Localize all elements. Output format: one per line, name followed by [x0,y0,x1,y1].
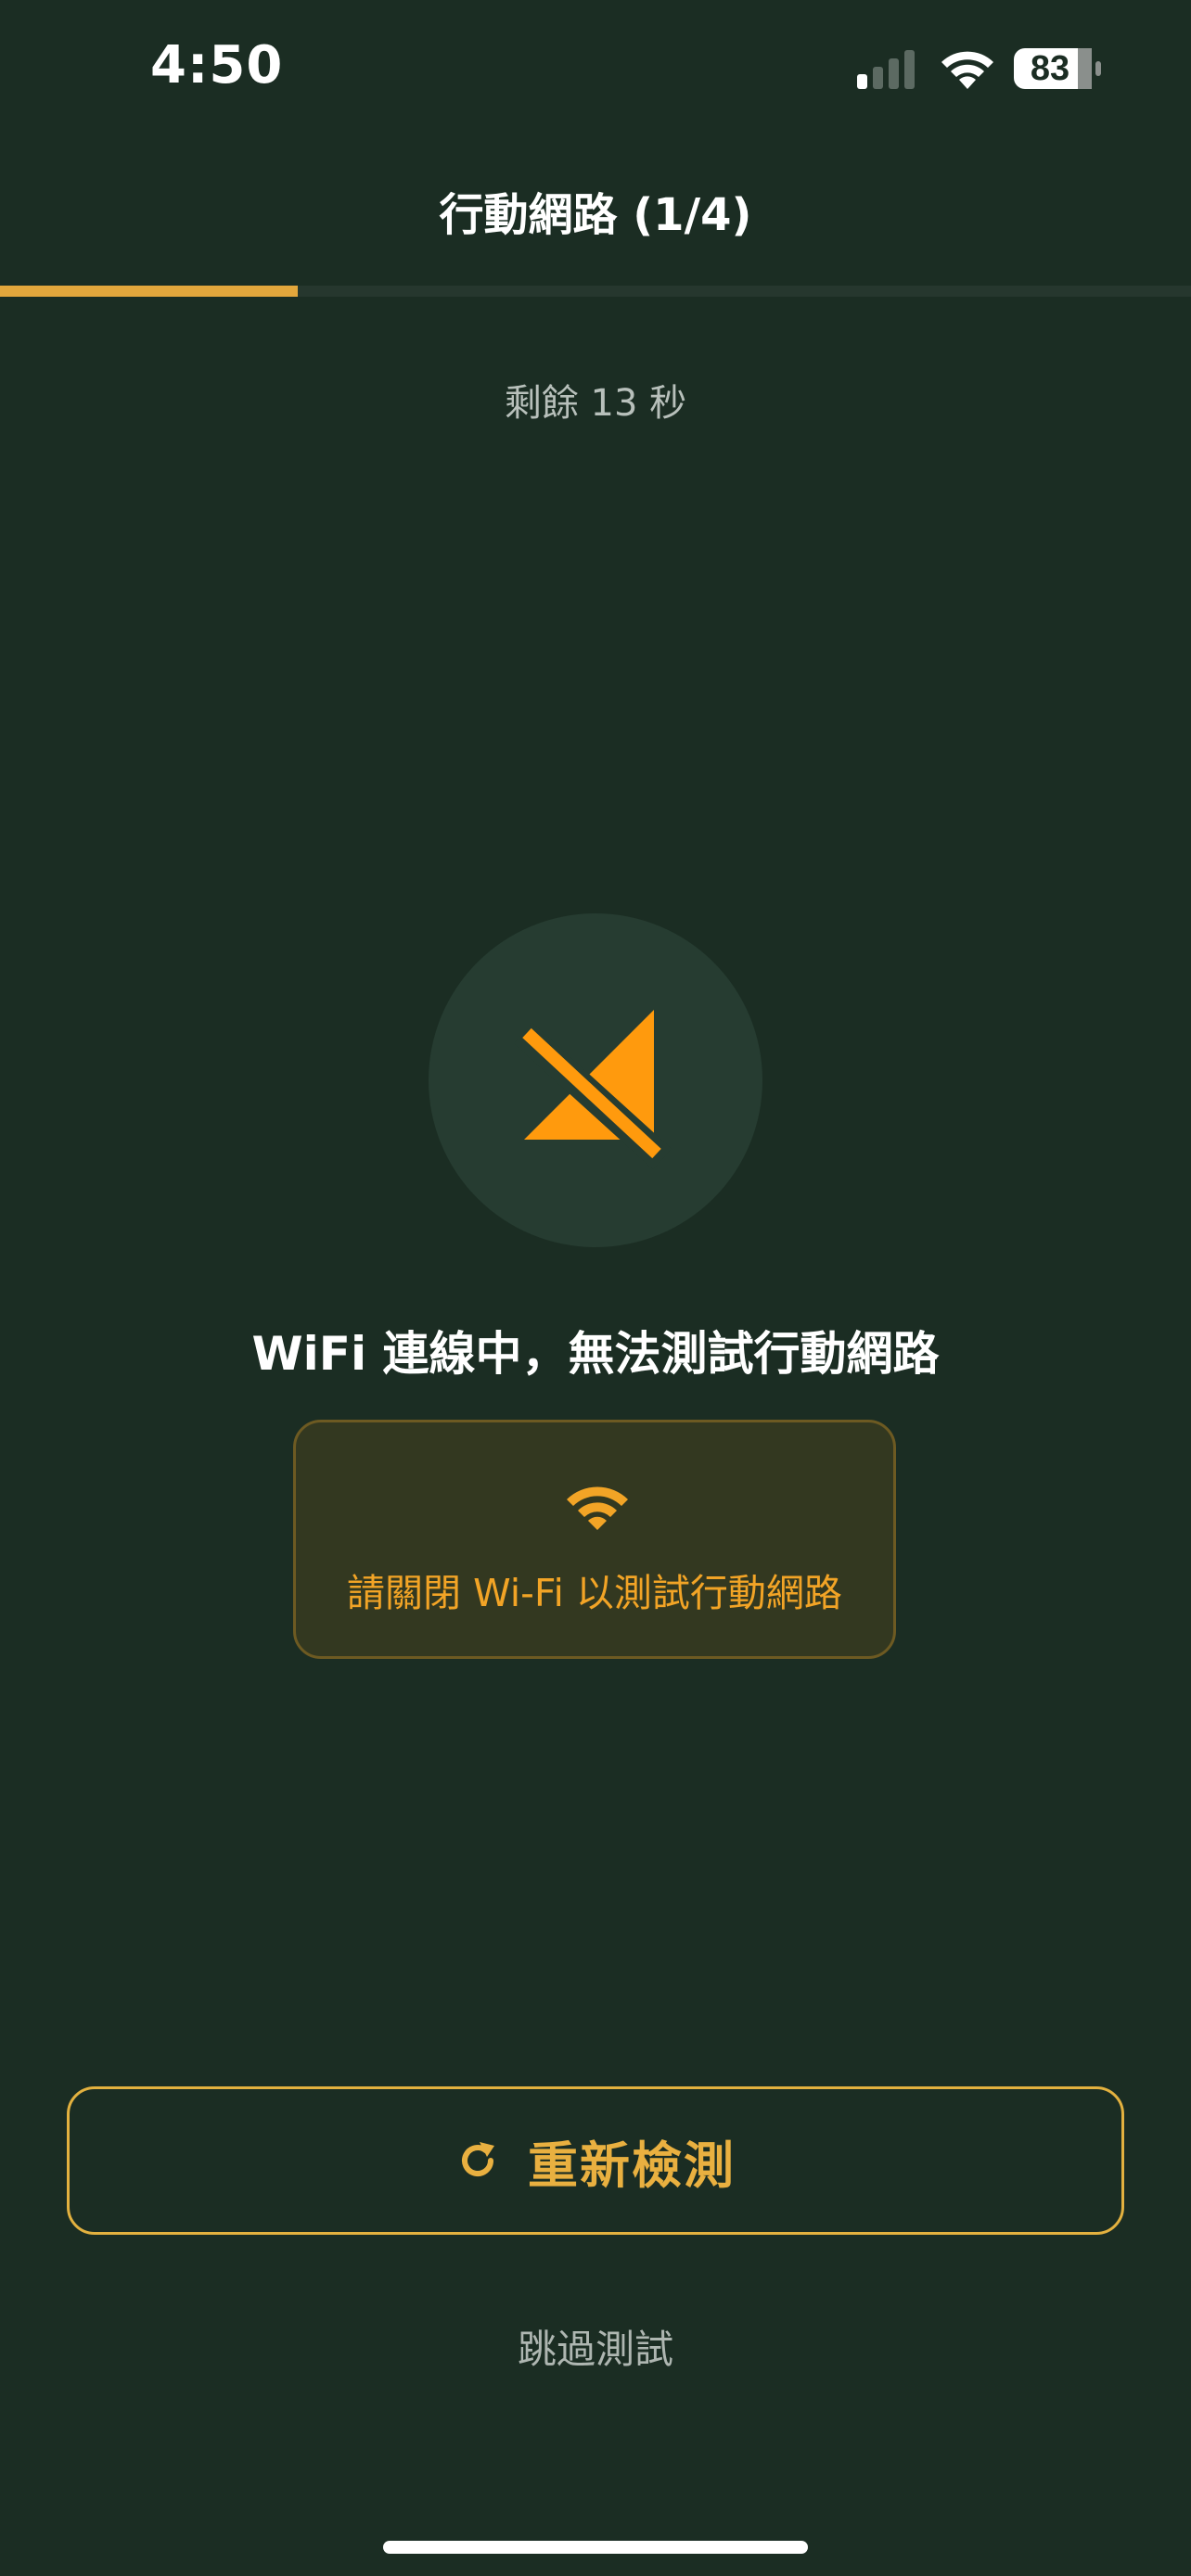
refresh-icon [462,2142,494,2176]
battery-icon: 83 [1013,46,1102,91]
skip-test-link[interactable]: 跳過測試 [0,2318,1191,2375]
wifi-icon [567,1486,628,1530]
page-title: 行動網路 (1/4) [439,189,752,241]
battery-level: 83 [1030,49,1070,88]
retry-button[interactable]: 重新檢測 [67,2086,1124,2235]
home-indicator [383,2541,808,2554]
status-message: WiFi 連線中，無法測試行動網路 [251,1327,940,1381]
progress-fill [0,286,298,297]
progress-bar [0,286,1191,297]
retry-button-label: 重新檢測 [528,2136,736,2195]
countdown-timer: 剩餘 13 秒 [504,382,687,425]
wifi-icon [941,51,993,89]
wifi-hint-text: 請關閉 Wi-Fi 以測試行動網路 [347,1571,842,1615]
status-time: 4:50 [150,35,284,96]
cellular-off-icon [513,1010,672,1170]
wifi-hint-card: 請關閉 Wi-Fi 以測試行動網路 [293,1420,896,1659]
cellular-signal-icon [857,50,915,89]
